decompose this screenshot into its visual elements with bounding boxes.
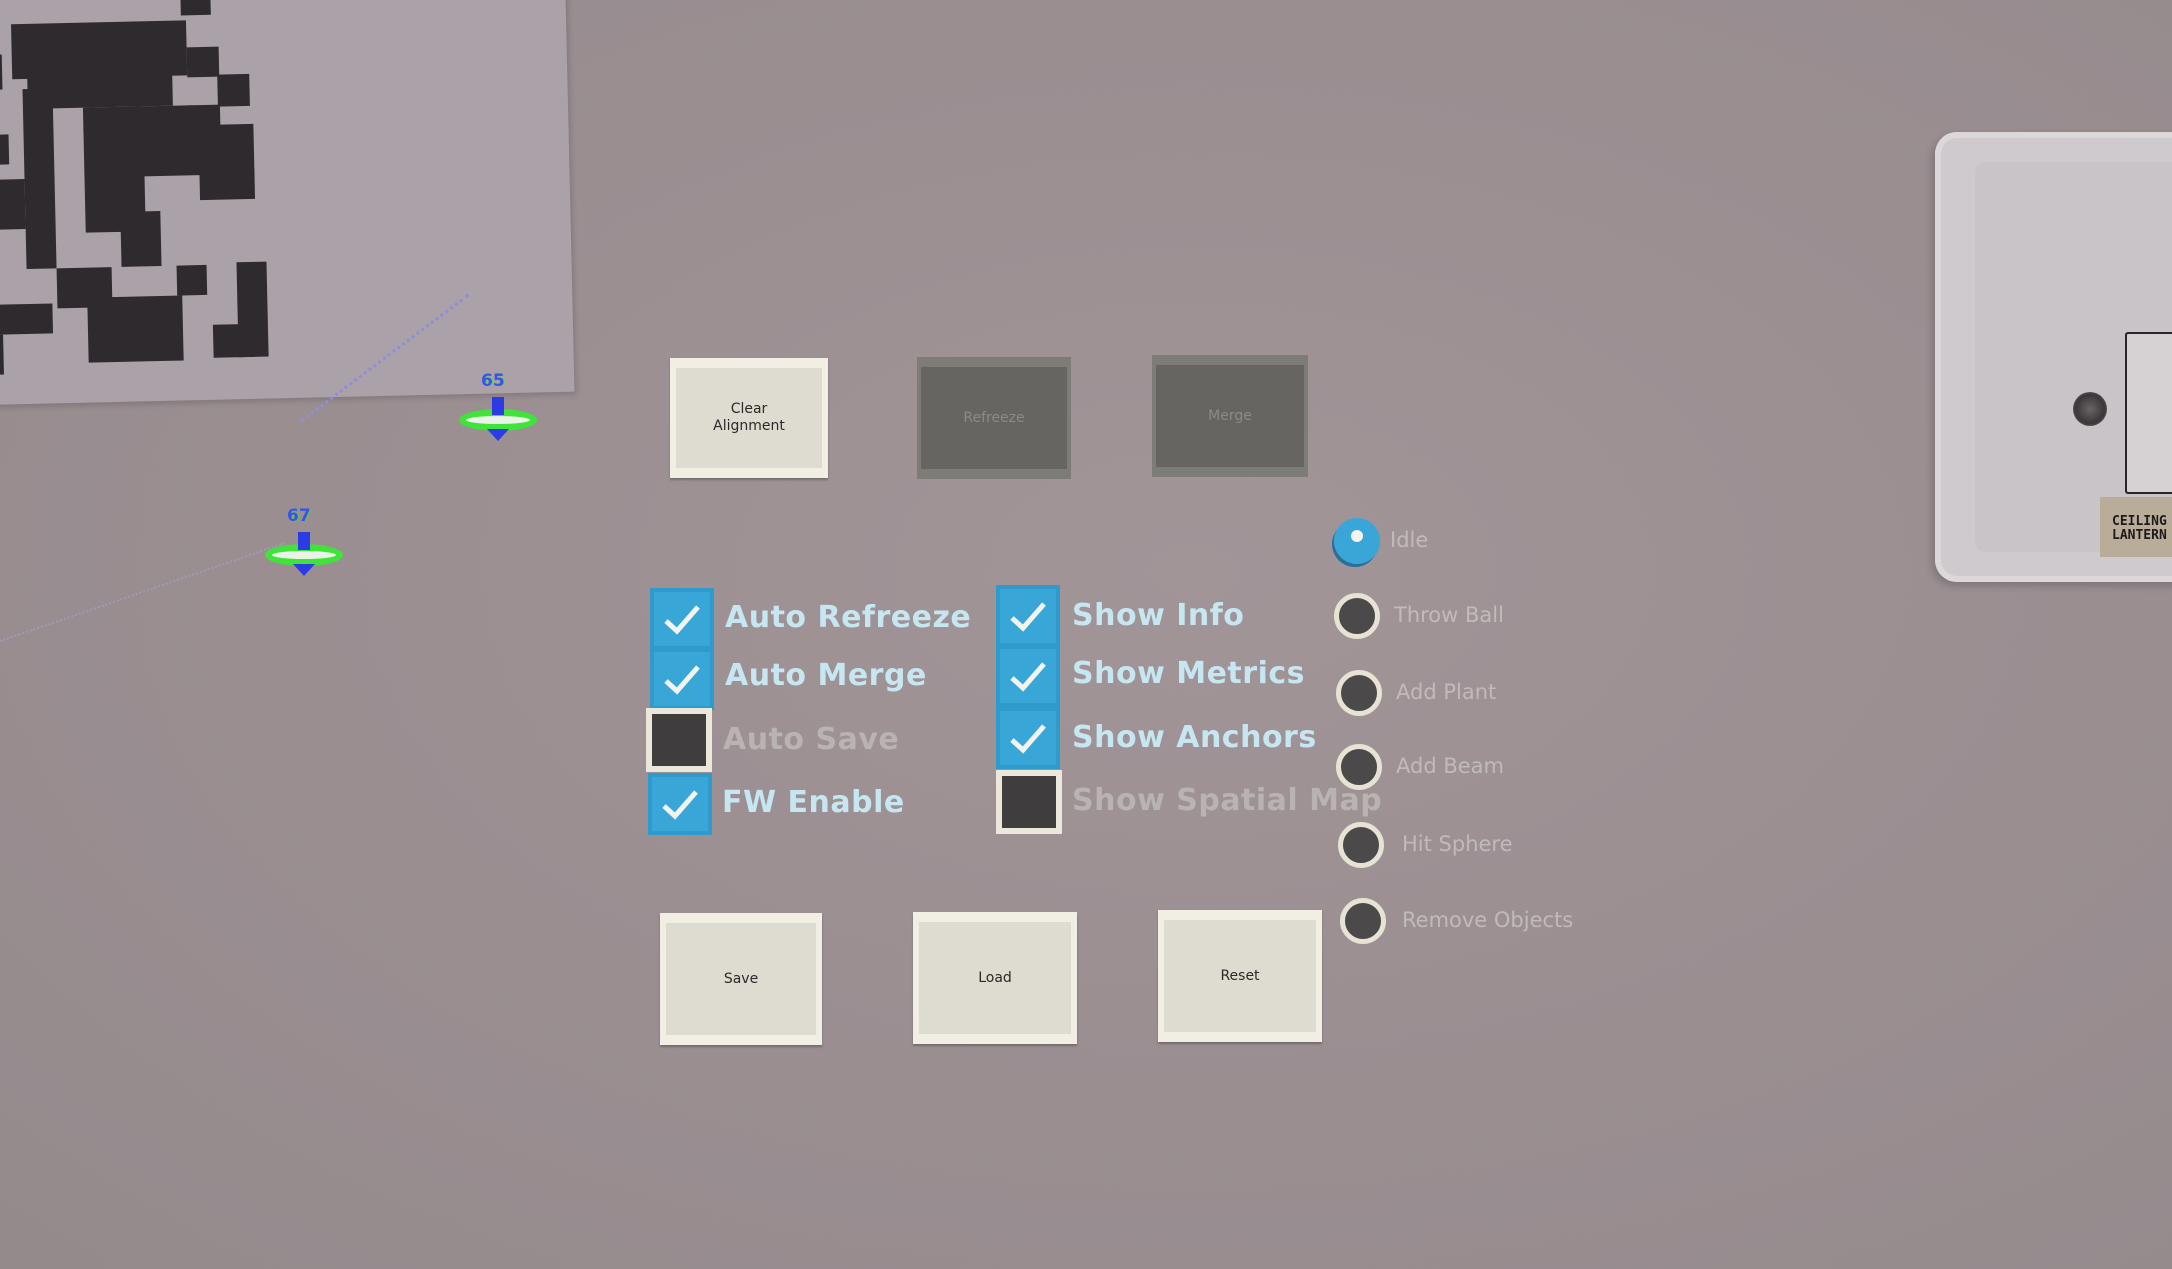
- switch-face: CEILING LANTERN: [1975, 162, 2172, 557]
- radio-remove-objects[interactable]: [1340, 898, 1386, 944]
- qr-module: [186, 46, 220, 78]
- wall-light-switch: CEILING LANTERN: [1935, 132, 2172, 582]
- qr-module: [199, 168, 256, 201]
- radio-hit-sphere[interactable]: [1338, 822, 1384, 868]
- screw-icon: [2073, 392, 2107, 426]
- load-button[interactable]: Load: [913, 912, 1077, 1044]
- radio-remove-objects-label: Remove Objects: [1402, 908, 1574, 932]
- anchor-arrow-icon: [298, 532, 310, 550]
- radio-idle[interactable]: [1334, 518, 1380, 564]
- qr-module: [180, 0, 211, 16]
- radio-add-plant-label: Add Plant: [1396, 680, 1497, 704]
- radio-hit-sphere-label: Hit Sphere: [1402, 832, 1513, 856]
- clear-alignment-button[interactable]: Clear Alignment: [670, 358, 828, 478]
- qr-module: [0, 54, 3, 90]
- radio-add-plant[interactable]: [1336, 670, 1382, 716]
- qr-code-paper: [0, 0, 575, 405]
- checkmark-icon: [664, 665, 700, 695]
- qr-module: [0, 334, 4, 375]
- auto-merge-label: Auto Merge: [725, 658, 927, 693]
- button-label: Save: [723, 970, 759, 987]
- checkmark-icon: [1010, 724, 1046, 754]
- auto-save-label: Auto Save: [723, 722, 900, 757]
- qr-module: [176, 264, 208, 296]
- fw-enable-checkbox[interactable]: [648, 773, 712, 835]
- anchor-link-line: [0, 542, 285, 644]
- checkmark-icon: [1010, 602, 1046, 632]
- show-info-checkbox[interactable]: [996, 585, 1060, 647]
- anchor-arrow-tip-icon: [293, 564, 315, 576]
- switch-label-text: CEILING LANTERN: [2112, 515, 2167, 543]
- checkmark-icon: [1010, 662, 1046, 692]
- anchor-id-label: 67: [287, 506, 311, 526]
- radio-add-beam-label: Add Beam: [1396, 754, 1504, 778]
- auto-merge-checkbox[interactable]: [650, 648, 714, 710]
- button-label: Load: [978, 969, 1012, 986]
- radio-add-beam[interactable]: [1336, 744, 1382, 790]
- show-metrics-checkbox[interactable]: [996, 645, 1060, 707]
- show-anchors-label: Show Anchors: [1072, 720, 1317, 755]
- button-label: Merge: [1208, 407, 1252, 424]
- fw-enable-label: FW Enable: [722, 785, 905, 820]
- button-label: Clear Alignment: [713, 401, 785, 434]
- show-spatial-map-checkbox[interactable]: [996, 770, 1062, 834]
- button-label: Refreeze: [963, 409, 1025, 426]
- auto-refreeze-checkbox[interactable]: [650, 588, 714, 650]
- show-anchors-checkbox[interactable]: [996, 707, 1060, 769]
- qr-module: [22, 88, 57, 270]
- switch-label-line1: CEILING: [2112, 514, 2167, 529]
- qr-module: [0, 179, 26, 230]
- save-button[interactable]: Save: [660, 913, 822, 1045]
- radio-selected-dot-icon: [1351, 530, 1363, 542]
- reset-button[interactable]: Reset: [1158, 910, 1322, 1042]
- auto-refreeze-label: Auto Refreeze: [725, 600, 972, 635]
- show-metrics-label: Show Metrics: [1072, 656, 1305, 691]
- qr-module: [0, 134, 10, 165]
- switch-rocker: [2125, 332, 2172, 494]
- anchor-id-label: 65: [481, 371, 505, 391]
- qr-module: [212, 323, 254, 358]
- show-info-label: Show Info: [1072, 598, 1245, 633]
- qr-module: [120, 210, 162, 267]
- switch-label-line2: LANTERN: [2112, 528, 2167, 543]
- qr-module: [87, 295, 184, 363]
- checkmark-icon: [662, 790, 698, 820]
- switch-label-tape: CEILING LANTERN: [2100, 497, 2172, 557]
- qr-module: [217, 73, 250, 107]
- qr-module: [0, 303, 54, 335]
- button-label: Reset: [1220, 967, 1260, 984]
- auto-save-checkbox[interactable]: [646, 708, 712, 772]
- anchor-arrow-icon: [492, 397, 504, 415]
- radio-throw-ball-label: Throw Ball: [1394, 603, 1504, 627]
- spatial-anchor-marker[interactable]: 67: [265, 506, 345, 580]
- show-spatial-map-label: Show Spatial Map: [1072, 783, 1383, 818]
- anchor-arrow-tip-icon: [487, 429, 509, 441]
- radio-idle-label: Idle: [1390, 528, 1429, 552]
- checkmark-icon: [664, 605, 700, 635]
- spatial-anchor-marker[interactable]: 65: [459, 371, 539, 445]
- refreeze-button[interactable]: Refreeze: [917, 357, 1071, 479]
- merge-button[interactable]: Merge: [1152, 355, 1308, 477]
- radio-throw-ball[interactable]: [1334, 593, 1380, 639]
